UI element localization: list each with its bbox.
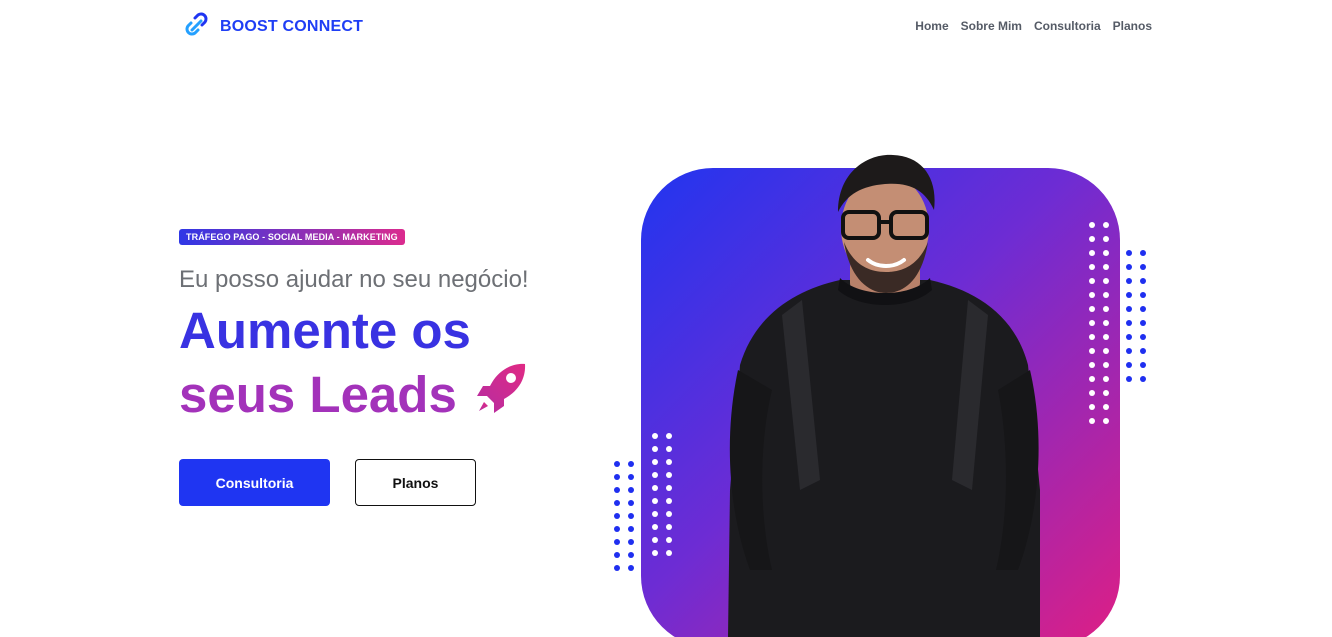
services-badge: TRÁFEGO PAGO - SOCIAL MEDIA - MARKETING (179, 229, 405, 245)
landing-page: BOOST CONNECT Home Sobre Mim Consultoria… (0, 0, 1332, 637)
brand-logo[interactable]: BOOST CONNECT (182, 9, 363, 44)
headline-line-2: seus Leads (179, 366, 457, 423)
nav-consultoria[interactable]: Consultoria (1034, 19, 1101, 33)
consultoria-button[interactable]: Consultoria (179, 459, 330, 506)
main-nav: Home Sobre Mim Consultoria Planos (915, 19, 1152, 33)
headline-line-2-wrapper: seus Leads (179, 362, 529, 428)
dot-pattern-left-white (652, 433, 672, 556)
hero-subtitle: Eu posso ajudar no seu negócio! (179, 266, 529, 293)
chain-link-icon (182, 9, 212, 44)
hero-headline: Aumente os seus Leads (179, 300, 529, 428)
rocket-icon (475, 362, 529, 428)
dot-pattern-top-right (1089, 222, 1109, 424)
nav-sobre-mim[interactable]: Sobre Mim (961, 19, 1022, 33)
planos-button[interactable]: Planos (355, 459, 476, 506)
nav-planos[interactable]: Planos (1113, 19, 1152, 33)
dot-pattern-left-blue (614, 461, 634, 571)
profile-photo (728, 154, 1040, 637)
dot-pattern-right-blue (1126, 250, 1146, 382)
brand-name: BOOST CONNECT (220, 17, 364, 35)
nav-home[interactable]: Home (915, 19, 948, 33)
headline-line-1: Aumente os (179, 302, 471, 359)
